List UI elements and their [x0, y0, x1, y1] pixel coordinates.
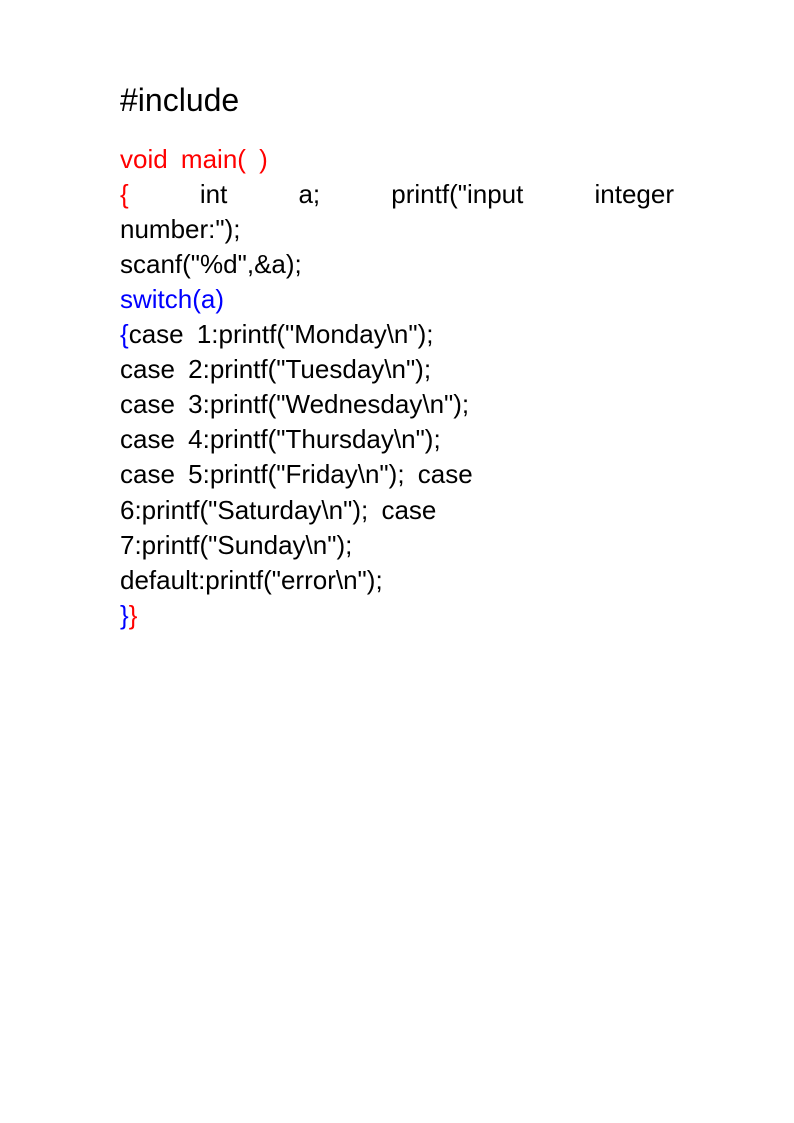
switch-close-brace: } — [120, 600, 129, 630]
code-line: }} — [120, 598, 674, 633]
code-line: {case 1:printf("Monday\n"); — [120, 317, 674, 352]
case1-text: case 1:printf("Monday\n"); — [129, 319, 434, 349]
parens-text: ( ) — [237, 144, 268, 174]
code-line: { int a; printf("input integer — [120, 177, 674, 212]
code-line: void main( ) — [120, 142, 674, 177]
decl-printf-text: int a; printf("input integer — [129, 179, 674, 209]
code-line: default:printf("error\n"); — [120, 563, 674, 598]
code-line: scanf("%d",&a); — [120, 247, 674, 282]
void-main-text: void main — [120, 144, 237, 174]
code-block: void main( ) { int a; printf("input inte… — [120, 142, 674, 633]
open-brace: { — [120, 179, 129, 209]
include-heading: #include — [120, 80, 674, 122]
code-line: case 5:printf("Friday\n"); case — [120, 457, 674, 492]
document-page: #include void main( ) { int a; printf("i… — [0, 0, 794, 633]
code-line: case 2:printf("Tuesday\n"); — [120, 352, 674, 387]
main-close-brace: } — [129, 600, 138, 630]
code-line: number:"); — [120, 212, 674, 247]
code-line: 7:printf("Sunday\n"); — [120, 528, 674, 563]
code-line: case 3:printf("Wednesday\n"); — [120, 387, 674, 422]
switch-text: switch(a) — [120, 284, 224, 314]
code-line: 6:printf("Saturday\n"); case — [120, 493, 674, 528]
switch-open-brace: { — [120, 319, 129, 349]
code-line: switch(a) — [120, 282, 674, 317]
code-line: case 4:printf("Thursday\n"); — [120, 422, 674, 457]
